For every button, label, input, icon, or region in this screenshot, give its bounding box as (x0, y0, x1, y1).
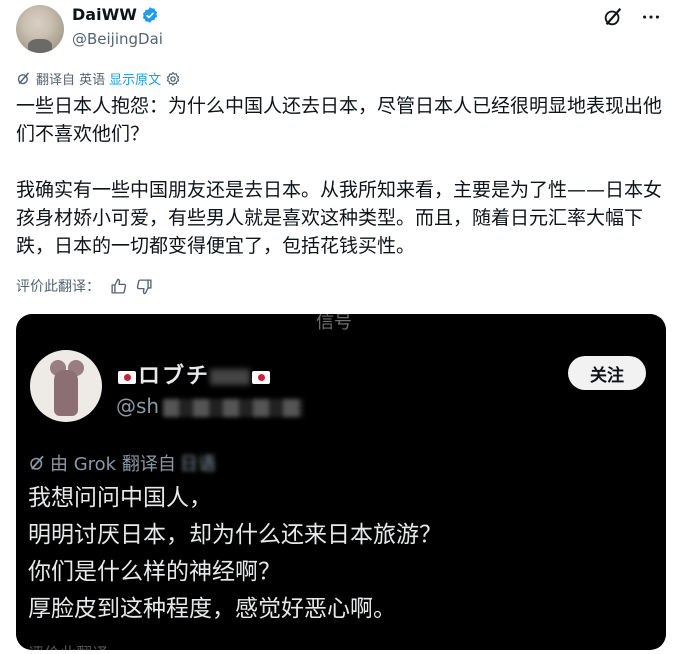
rate-translation: 评价此翻译： (16, 276, 152, 296)
grok-icon (30, 455, 44, 470)
rate-translation-label: 评价此翻译： (16, 279, 100, 295)
author-avatar[interactable] (16, 5, 64, 53)
author-display-name[interactable]: DaiWW (72, 5, 137, 24)
media-grok-trailing: 日语 (179, 454, 216, 475)
author-handle[interactable]: @BeijingDai (72, 30, 163, 48)
japan-flag-icon (118, 370, 136, 384)
header-actions (602, 6, 662, 28)
media-line: 你们是什么样的神经啊？ (28, 559, 281, 585)
media-display-name: ロブチ (116, 358, 272, 390)
media-handle: @sh (116, 394, 304, 418)
thumbs-down-icon[interactable] (136, 278, 152, 295)
media-avatar (30, 350, 102, 422)
translation-notice: 翻译自 英语 显示原文 (16, 69, 181, 88)
thumbs-up-icon[interactable] (110, 278, 127, 294)
media-handle-text: @sh (116, 394, 160, 418)
gear-icon[interactable] (165, 71, 181, 87)
more-icon[interactable] (640, 6, 662, 28)
grok-icon (16, 71, 32, 87)
tweet-text: 一些日本人抱怨：为什么中国人还去日本，尽管日本人已经很明显地表现出他们不喜欢他们… (16, 92, 666, 260)
show-original-link[interactable]: 显示原文 (109, 69, 161, 88)
media-bottom-fragment: 评价此翻译 (28, 640, 108, 650)
verified-badge-icon (141, 6, 159, 24)
media-grok-notice: 由 Grok 翻译自 日语 (28, 450, 216, 476)
tweet-paragraph: 我确实有一些中国朋友还是去日本。从我所知来看，主要是为了性——日本女孩身材娇小可… (16, 179, 663, 257)
tweet-paragraph: 一些日本人抱怨：为什么中国人还去日本，尽管日本人已经很明显地表现出他们不喜欢他们… (16, 95, 663, 145)
media-line: 明明讨厌日本，却为什么还来日本旅游？ (28, 522, 442, 548)
grok-icon[interactable] (602, 6, 624, 28)
media-name-text: ロブチ (138, 364, 211, 389)
redaction-blur (163, 398, 304, 417)
author-name-row: DaiWW (72, 5, 159, 24)
media-line: 厚脸皮到这种程度，感觉好恶心啊。 (28, 596, 396, 622)
japan-flag-icon (252, 370, 271, 384)
media-post-text: 我想问问中国人， 明明讨厌日本，却为什么还来日本旅游？ 你们是什么样的神经啊？ … (28, 480, 648, 628)
media-top-fragment: 信号 (316, 314, 352, 333)
follow-button: 关注 (568, 356, 646, 390)
media-line: 我想问问中国人， (28, 485, 212, 511)
translated-from-label: 翻译自 英语 (36, 73, 106, 88)
tweet-header: DaiWW @BeijingDai (0, 0, 676, 62)
embedded-screenshot[interactable]: 信号 ロブチ @sh 关注 由 Grok 翻译自 日语 我想问问中国人， 明明讨… (16, 314, 666, 650)
media-grok-text: 由 Grok 翻译自 (50, 454, 176, 475)
redaction-blur (210, 369, 251, 385)
